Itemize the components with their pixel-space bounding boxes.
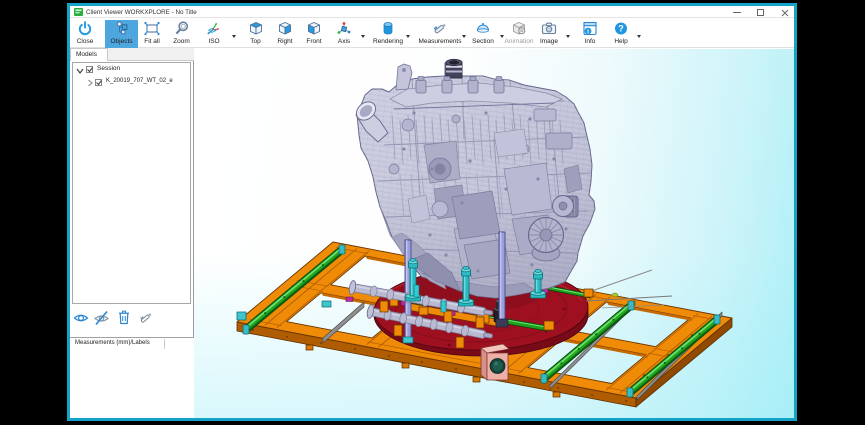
svg-text:?: ?	[618, 24, 624, 34]
svg-text:i: i	[587, 28, 589, 35]
